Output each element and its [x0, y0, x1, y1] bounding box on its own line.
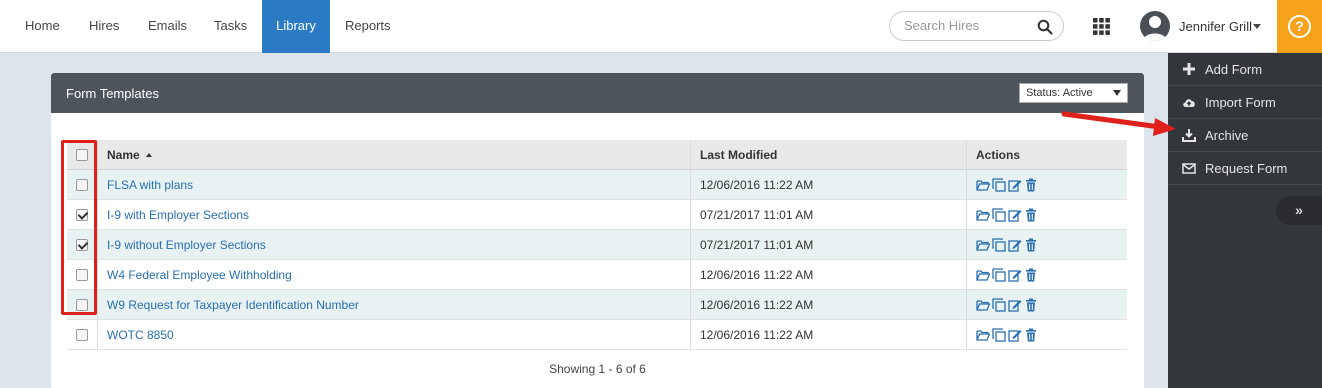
- nav-reports[interactable]: Reports: [345, 0, 391, 53]
- template-name-link[interactable]: I-9 without Employer Sections: [107, 230, 266, 260]
- sidebar-item-label: Import Form: [1205, 95, 1276, 110]
- form-templates-panel: Form Templates Status: Active Name Last …: [51, 73, 1144, 388]
- sidebar-item-label: Request Form: [1205, 161, 1288, 176]
- template-name-link[interactable]: I-9 with Employer Sections: [107, 200, 249, 230]
- copy-icon[interactable]: [992, 178, 1006, 192]
- last-modified: 12/06/2016 11:22 AM: [700, 328, 814, 342]
- help-button[interactable]: ?: [1277, 0, 1322, 53]
- folder-open-icon[interactable]: [976, 328, 990, 342]
- folder-open-icon[interactable]: [976, 238, 990, 252]
- copy-icon[interactable]: [992, 298, 1006, 312]
- chevron-down-icon: [1113, 90, 1121, 96]
- nav-hires[interactable]: Hires: [89, 0, 119, 53]
- search-icon[interactable]: [1037, 19, 1053, 35]
- question-icon: ?: [1288, 15, 1311, 38]
- last-modified: 12/06/2016 11:22 AM: [700, 298, 814, 312]
- edit-icon[interactable]: [1008, 178, 1022, 192]
- trash-icon[interactable]: [1024, 268, 1038, 282]
- panel-header: Form Templates Status: Active: [51, 73, 1144, 113]
- search-input[interactable]: [904, 18, 1034, 33]
- copy-icon[interactable]: [992, 268, 1006, 282]
- table-row: I-9 without Employer Sections 07/21/2017 …: [67, 230, 1127, 260]
- folder-open-icon[interactable]: [976, 208, 990, 222]
- folder-open-icon[interactable]: [976, 178, 990, 192]
- envelope-icon: [1182, 163, 1196, 174]
- folder-open-icon[interactable]: [976, 298, 990, 312]
- trash-icon[interactable]: [1024, 208, 1038, 222]
- checkbox-highlight-annotation: [61, 140, 97, 315]
- chevron-down-icon[interactable]: [1253, 24, 1261, 29]
- table-row: I-9 with Employer Sections 07/21/2017 11:…: [67, 200, 1127, 230]
- last-modified: 07/21/2017 11:01 AM: [700, 208, 814, 222]
- nav-home[interactable]: Home: [25, 0, 60, 53]
- sidebar-collapse-button[interactable]: »: [1276, 196, 1322, 225]
- plus-icon: [1183, 63, 1195, 75]
- trash-icon[interactable]: [1024, 238, 1038, 252]
- edit-icon[interactable]: [1008, 238, 1022, 252]
- edit-icon[interactable]: [1008, 328, 1022, 342]
- last-modified: 07/21/2017 11:01 AM: [700, 238, 814, 252]
- column-header-modified[interactable]: Last Modified: [700, 140, 777, 170]
- sort-asc-icon: [145, 153, 152, 157]
- pagination-summary: Showing 1 - 6 of 6: [549, 362, 646, 376]
- user-icon: [1143, 16, 1167, 41]
- sidebar-item-import-form[interactable]: Import Form: [1168, 86, 1322, 119]
- search-box: [889, 11, 1064, 41]
- sidebar-item-request-form[interactable]: Request Form: [1168, 152, 1322, 185]
- panel-title: Form Templates: [66, 86, 159, 101]
- column-header-actions: Actions: [976, 148, 1021, 162]
- nav-library[interactable]: Library: [262, 0, 330, 53]
- arrow-annotation: [1061, 111, 1176, 136]
- status-filter-value: Status: Active: [1026, 87, 1093, 99]
- copy-icon[interactable]: [992, 328, 1006, 342]
- table-row: FLSA with plans 12/06/2016 11:22 AM: [67, 170, 1127, 200]
- copy-icon[interactable]: [992, 238, 1006, 252]
- table-row: W4 Federal Employee Withholding 12/06/201…: [67, 260, 1127, 290]
- trash-icon[interactable]: [1024, 328, 1038, 342]
- trash-icon[interactable]: [1024, 298, 1038, 312]
- table-row: WOTC 8850 12/06/2016 11:22 AM: [67, 320, 1127, 350]
- edit-icon[interactable]: [1008, 268, 1022, 282]
- sidebar-item-label: Add Form: [1205, 62, 1263, 77]
- column-header-name[interactable]: Name: [107, 140, 152, 170]
- sidebar-item-archive[interactable]: Archive: [1168, 119, 1322, 152]
- edit-icon[interactable]: [1008, 208, 1022, 222]
- template-name-link[interactable]: FLSA with plans: [107, 170, 193, 200]
- template-name-link[interactable]: W4 Federal Employee Withholding: [107, 260, 292, 290]
- nav-emails[interactable]: Emails: [148, 0, 187, 53]
- edit-icon[interactable]: [1008, 298, 1022, 312]
- status-filter-select[interactable]: Status: Active: [1019, 83, 1128, 103]
- sidebar-item-label: Archive: [1205, 128, 1249, 143]
- table-header-row: Name Last Modified Actions: [67, 140, 1127, 170]
- template-name-link[interactable]: W9 Request for Taxpayer Identification N…: [107, 290, 359, 320]
- copy-icon[interactable]: [992, 208, 1006, 222]
- sidebar-item-add-form[interactable]: Add Form: [1168, 53, 1322, 86]
- trash-icon[interactable]: [1024, 178, 1038, 192]
- avatar[interactable]: [1140, 11, 1170, 41]
- table-row: W9 Request for Taxpayer Identification N…: [67, 290, 1127, 320]
- row-checkbox[interactable]: [76, 329, 88, 341]
- cloud-upload-icon: [1183, 99, 1195, 107]
- template-name-link[interactable]: WOTC 8850: [107, 320, 174, 350]
- last-modified: 12/06/2016 11:22 AM: [700, 268, 814, 282]
- folder-open-icon[interactable]: [976, 268, 990, 282]
- top-nav: Home Hires Emails Tasks Library Reports …: [0, 0, 1322, 53]
- last-modified: 12/06/2016 11:22 AM: [700, 178, 814, 192]
- nav-tasks[interactable]: Tasks: [214, 0, 247, 53]
- user-name[interactable]: Jennifer Grill: [1179, 19, 1252, 34]
- apps-grid-icon[interactable]: [1093, 18, 1110, 35]
